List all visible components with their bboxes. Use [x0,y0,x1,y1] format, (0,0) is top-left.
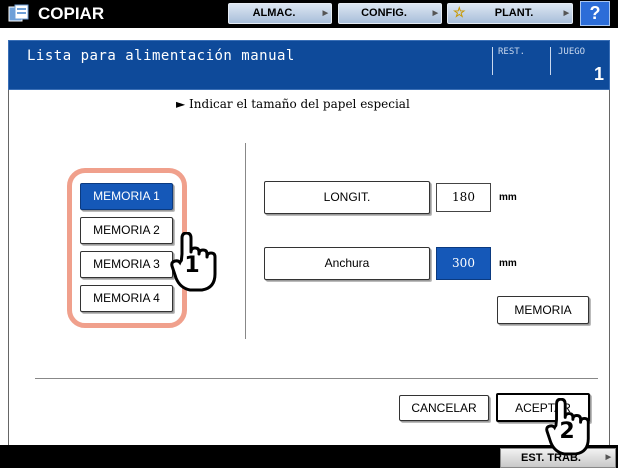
memory-1-button[interactable]: MEMORIA 1 [80,183,173,210]
callout-1: 1 [184,253,200,278]
rest-label: REST. [498,47,526,57]
length-button[interactable]: LONGIT. [264,181,430,214]
almac-label: ALMAC. [252,7,296,19]
instruction-text: ► Indicar el tamaño del papel especial [176,97,410,111]
config-label: CONFIG. [361,7,407,19]
divider [492,47,493,75]
star-icon: ☆ [453,4,466,20]
divider [35,378,598,379]
memory-save-button[interactable]: MEMORIA [497,296,589,324]
width-button[interactable]: Anchura [264,247,430,280]
chevron-right-icon: ▶ [563,10,569,17]
app-title: COPIAR [38,4,105,23]
chevron-right-icon: ▶ [322,10,328,17]
divider [550,47,551,75]
help-button[interactable]: ? [580,1,610,26]
config-button[interactable]: CONFIG. ▶ [338,3,442,24]
screen-title: Lista para alimentación manual [27,48,295,64]
length-unit: mm [499,192,517,203]
plant-button[interactable]: ☆ PLANT. ▶ [447,3,573,24]
length-value[interactable]: 180 [436,183,491,212]
width-unit: mm [499,258,517,269]
memory-4-button[interactable]: MEMORIA 4 [80,285,173,312]
chevron-right-icon: ▶ [605,454,611,461]
divider [245,143,246,339]
almac-button[interactable]: ALMAC. ▶ [228,3,332,24]
juego-counter: 1 [593,64,604,84]
title-bar: Lista para alimentación manual REST. JUE… [8,40,610,90]
width-value[interactable]: 300 [436,247,491,280]
chevron-right-icon: ▶ [432,10,438,17]
cancel-button[interactable]: CANCELAR [399,395,489,421]
callout-2: 2 [559,419,575,444]
copier-icon [8,4,29,22]
plant-label: PLANT. [494,7,534,19]
memory-2-button[interactable]: MEMORIA 2 [80,217,173,244]
juego-label: JUEGO [558,47,586,57]
memory-3-button[interactable]: MEMORIA 3 [80,251,173,278]
